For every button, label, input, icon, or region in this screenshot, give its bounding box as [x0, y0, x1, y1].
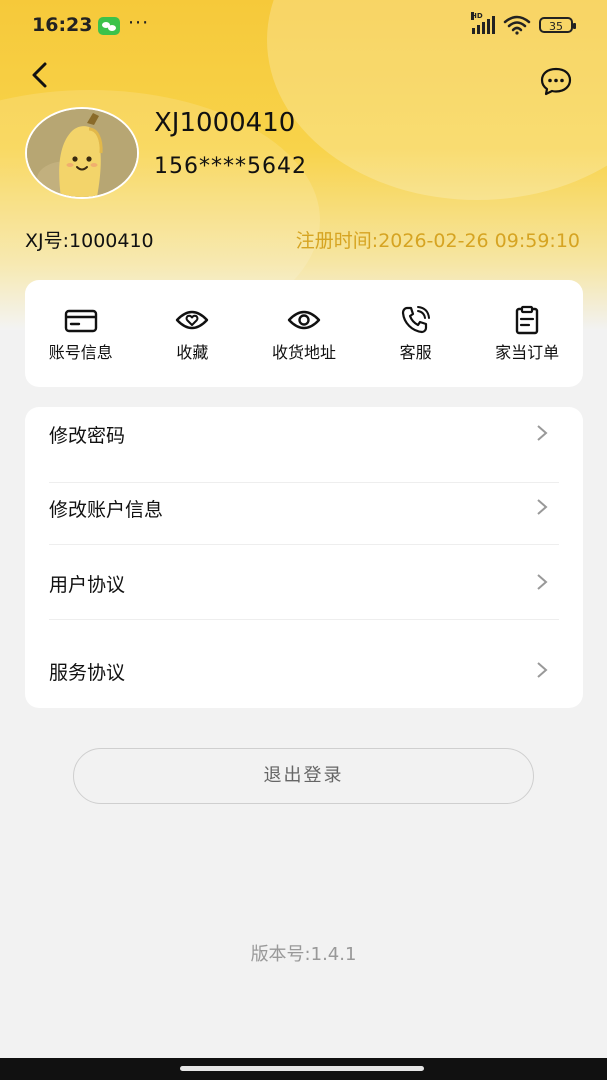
- menu-item-label: 服务协议: [49, 662, 126, 684]
- quick-action-label: 账号信息: [48, 342, 113, 362]
- chevron-right-icon: [537, 662, 548, 678]
- location-icon: [287, 310, 321, 329]
- card-icon: [64, 309, 97, 332]
- chevron-right-icon: [537, 574, 548, 590]
- wifi-icon: [503, 15, 531, 35]
- menu-item-user-agreement[interactable]: 用户协议: [49, 544, 559, 620]
- username: XJ1000410: [154, 108, 296, 138]
- status-time: 16:23: [32, 14, 93, 36]
- version-text: 版本号:1.4.1: [250, 944, 357, 965]
- quick-action-label: 收货地址: [271, 342, 336, 362]
- quick-action-account-info[interactable]: 账号信息: [31, 305, 131, 363]
- avatar[interactable]: [25, 107, 139, 199]
- menu-item-service-agreement[interactable]: 服务协议: [49, 619, 559, 694]
- clipboard-icon: [515, 305, 539, 334]
- back-arrow-icon[interactable]: [26, 60, 56, 90]
- menu-item-label: 修改账户信息: [49, 499, 164, 521]
- chevron-right-icon: [537, 425, 548, 441]
- battery-icon: 35: [539, 17, 576, 33]
- register-time: 注册时间:2026-02-26 09:59:10: [295, 230, 580, 252]
- message-icon[interactable]: [539, 66, 573, 96]
- phone-icon: [401, 305, 430, 333]
- wechat-icon: [98, 17, 120, 35]
- quick-action-label: 家当订单: [495, 342, 560, 362]
- home-indicator[interactable]: [180, 1066, 424, 1071]
- banana-avatar-image: [27, 109, 137, 197]
- chevron-right-icon: [537, 499, 548, 515]
- quick-action-label: 收藏: [176, 342, 209, 362]
- quick-action-orders[interactable]: 家当订单: [477, 305, 577, 363]
- logout-button[interactable]: 退出登录: [73, 748, 534, 804]
- quick-action-address[interactable]: 收货地址: [254, 305, 354, 363]
- quick-action-label: 客服: [399, 342, 432, 362]
- phone-number: 156****5642: [154, 154, 307, 179]
- hd-label: HD: [471, 12, 483, 20]
- signal-icon: HD: [471, 12, 495, 34]
- quick-actions-card: 账号信息 收藏 收货地址 客服 家当订单: [25, 280, 583, 387]
- menu-item-edit-account-info[interactable]: 修改账户信息: [49, 469, 559, 545]
- quick-action-customer-service[interactable]: 客服: [366, 305, 466, 363]
- more-notifications-icon: ···: [128, 12, 150, 34]
- settings-menu-card: 修改密码 修改账户信息 用户协议 服务协议: [25, 407, 583, 708]
- quick-action-favorites[interactable]: 收藏: [142, 305, 242, 363]
- menu-item-label: 修改密码: [49, 425, 126, 447]
- heart-eye-icon: [176, 310, 209, 329]
- status-bar: 16:23 ··· HD 35: [0, 0, 607, 52]
- xj-number: XJ号:1000410: [25, 230, 154, 252]
- menu-item-label: 用户协议: [49, 574, 126, 596]
